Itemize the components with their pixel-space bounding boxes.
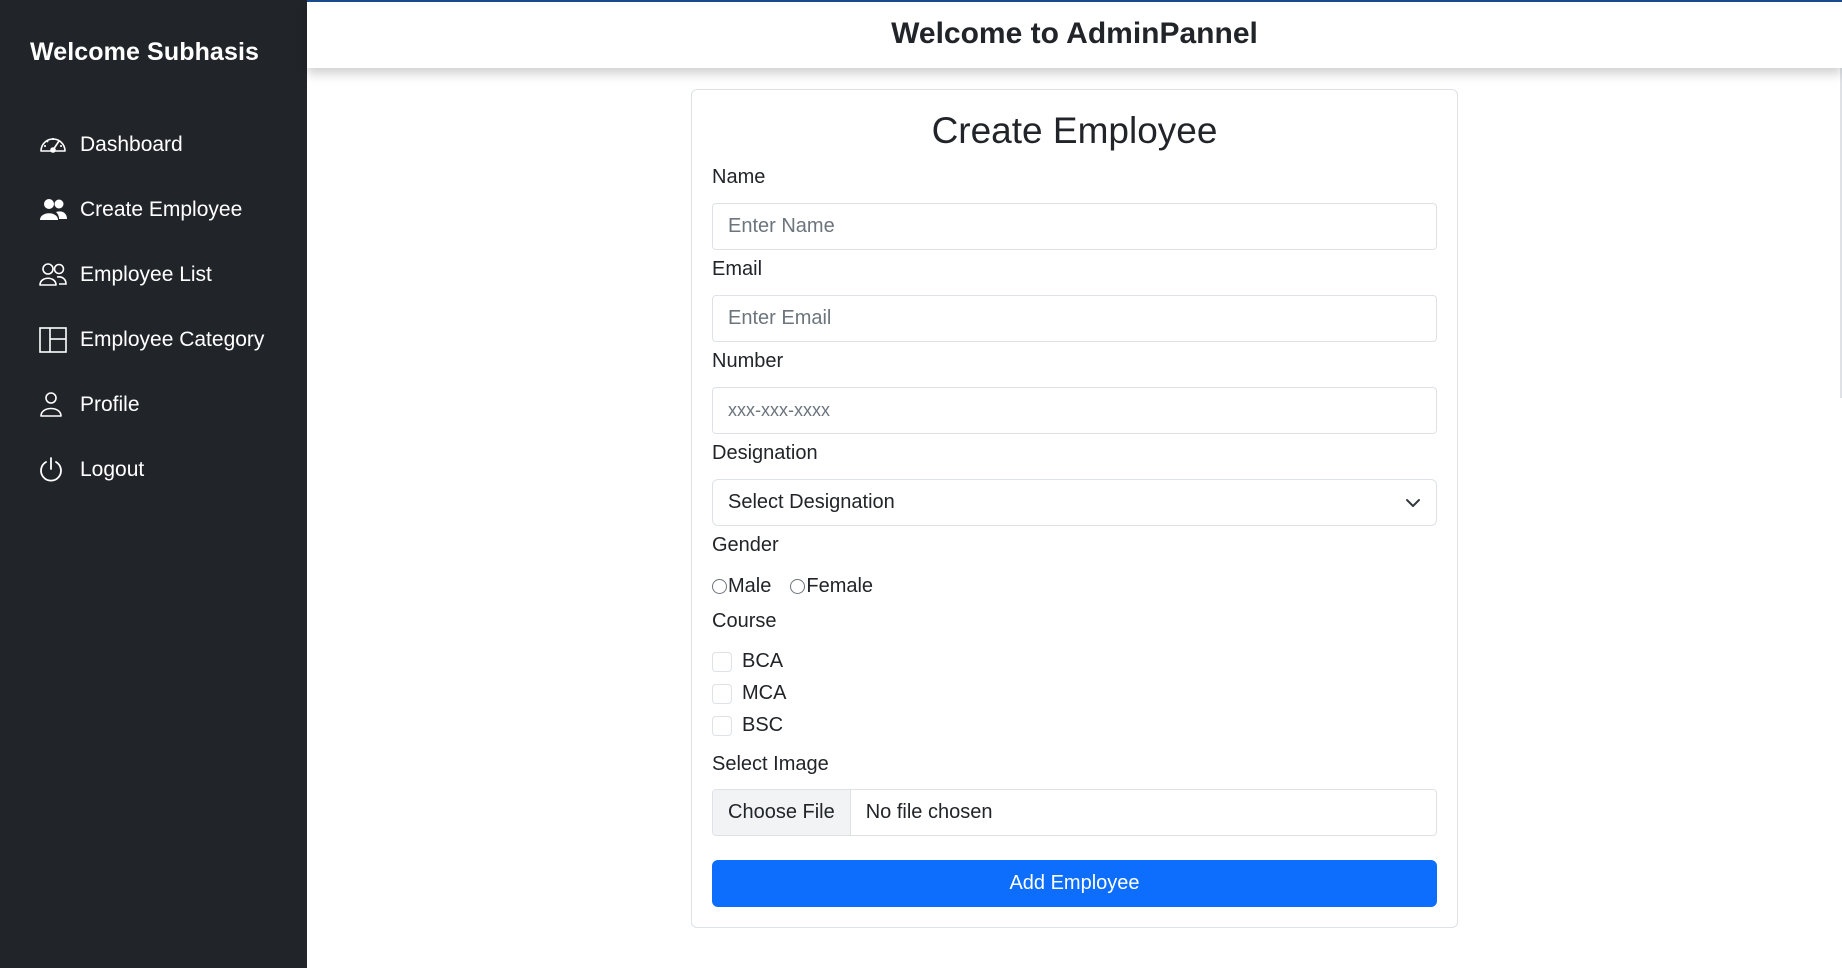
people-icon <box>38 261 72 289</box>
file-status-text: No file chosen <box>865 801 993 823</box>
sidebar-item-label: Employee Category <box>80 327 265 351</box>
sidebar-item-employee-list[interactable]: Employee List <box>38 242 264 307</box>
image-file-input[interactable]: Choose File No file chosen <box>712 789 1437 836</box>
top-header: Welcome to AdminPannel <box>307 2 1842 68</box>
sidebar-item-label: Employee List <box>80 262 212 286</box>
choose-file-button[interactable]: Choose File <box>713 790 851 835</box>
gender-option-male: Male <box>712 575 771 598</box>
designation-label: Designation <box>712 442 818 464</box>
sidebar-item-employee-category[interactable]: Employee Category <box>38 307 264 372</box>
speedometer-icon <box>38 131 72 159</box>
chevron-down-icon <box>1404 494 1422 512</box>
layout-icon <box>38 326 72 354</box>
page-title: Welcome to AdminPannel <box>891 17 1258 50</box>
add-employee-button[interactable]: Add Employee <box>712 860 1437 907</box>
sidebar-nav: Dashboard Create Employee Employee List … <box>38 112 264 502</box>
bsc-checkbox[interactable] <box>712 715 732 736</box>
sidebar-item-label: Profile <box>80 392 140 416</box>
email-input[interactable] <box>712 295 1437 342</box>
form-title: Create Employee <box>931 110 1218 151</box>
course-option-bca: BCA <box>712 650 783 673</box>
bca-checkbox-label: BCA <box>742 650 784 672</box>
select-image-label: Select Image <box>712 753 829 775</box>
course-label: Course <box>712 610 777 632</box>
sidebar: Welcome Subhasis Dashboard Create Employ… <box>0 0 307 968</box>
course-option-mca: MCA <box>712 682 786 705</box>
sidebar-item-profile[interactable]: Profile <box>38 372 264 437</box>
name-label: Name <box>712 166 766 188</box>
power-icon <box>38 456 72 484</box>
male-radio-label: Male <box>728 575 772 597</box>
email-label: Email <box>712 258 763 280</box>
female-radio[interactable] <box>790 579 806 594</box>
name-input[interactable] <box>712 203 1437 250</box>
gender-label: Gender <box>712 534 779 556</box>
designation-selected-value: Select Designation <box>728 491 895 513</box>
number-label: Number <box>712 350 784 372</box>
mca-checkbox[interactable] <box>712 683 732 704</box>
sidebar-item-dashboard[interactable]: Dashboard <box>38 112 264 177</box>
bsc-checkbox-label: BSC <box>742 714 784 736</box>
gender-options: Male Female <box>712 575 892 598</box>
create-employee-card: Create Employee Name Email Number Design… <box>691 89 1458 928</box>
male-radio[interactable] <box>712 579 727 594</box>
number-input[interactable] <box>712 387 1437 434</box>
bca-checkbox[interactable] <box>712 651 732 672</box>
designation-select[interactable]: Select Designation <box>712 479 1437 526</box>
sidebar-brand: Welcome Subhasis <box>30 38 259 66</box>
course-option-bsc: BSC <box>712 714 783 737</box>
sidebar-item-label: Logout <box>80 457 145 481</box>
mca-checkbox-label: MCA <box>742 682 787 704</box>
sidebar-item-create-employee[interactable]: Create Employee <box>38 177 264 242</box>
sidebar-item-logout[interactable]: Logout <box>38 437 264 502</box>
gender-option-female: Female <box>790 575 873 598</box>
sidebar-item-label: Create Employee <box>80 197 243 221</box>
person-icon <box>38 391 72 419</box>
sidebar-item-label: Dashboard <box>80 132 183 156</box>
female-radio-label: Female <box>806 575 874 597</box>
people-fill-icon <box>38 196 72 224</box>
